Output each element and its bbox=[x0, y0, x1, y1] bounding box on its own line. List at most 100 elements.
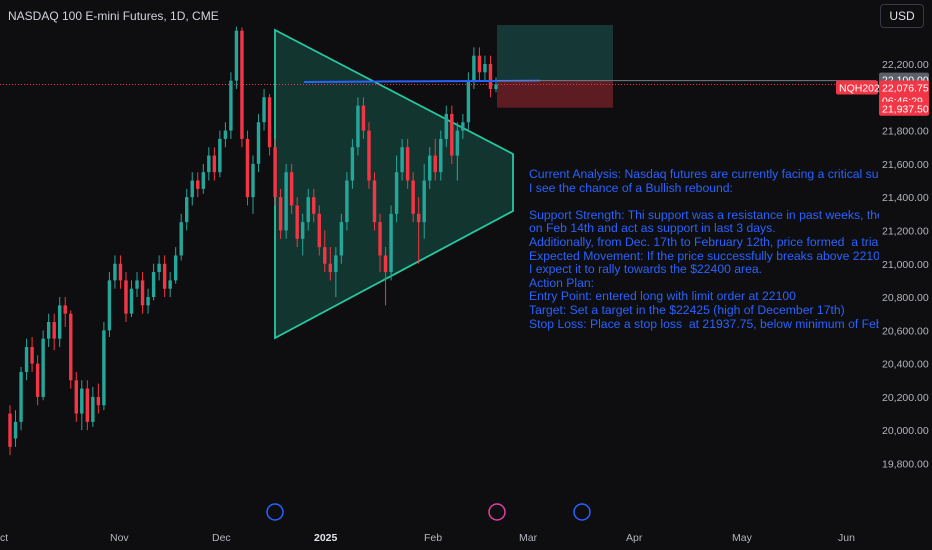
candle-body bbox=[444, 113, 449, 139]
candle-body bbox=[428, 155, 432, 181]
candle-body bbox=[439, 138, 443, 173]
candle-body bbox=[129, 288, 134, 314]
candle-body bbox=[41, 338, 45, 397]
candle-body bbox=[461, 122, 465, 131]
candle-body bbox=[19, 371, 23, 422]
price-tick-label: 22,200.00 bbox=[882, 59, 929, 71]
event-marker-icon bbox=[488, 503, 506, 521]
last-price-tag: 22,076.75 bbox=[882, 83, 929, 95]
price-tick-label: 21,800.00 bbox=[882, 126, 929, 138]
price-tick-label: 19,800.00 bbox=[882, 459, 929, 471]
candle-body bbox=[466, 80, 471, 123]
candle-body bbox=[345, 180, 349, 223]
triangle-shape bbox=[274, 28, 514, 340]
candle-body bbox=[52, 322, 56, 339]
price-tick-label: 21,000.00 bbox=[882, 259, 929, 271]
candle-body bbox=[107, 280, 112, 331]
candle-body bbox=[400, 147, 404, 173]
note-line: Support Strength: Thi support was a resi… bbox=[529, 207, 879, 222]
candle-body bbox=[102, 330, 106, 406]
candle-body bbox=[455, 130, 460, 156]
candle-body bbox=[63, 305, 67, 314]
candle-body bbox=[317, 213, 321, 248]
candle-body bbox=[278, 197, 283, 231]
price-axis: 22,200.00 21,800.00 21,600.00 21,400.00 21,2… bbox=[882, 59, 929, 471]
candle-body bbox=[91, 396, 95, 422]
symbol-tag: NQH2025 bbox=[839, 83, 886, 95]
note-line: on Feb 14th and act as support in last 3… bbox=[529, 221, 776, 236]
event-markers[interactable] bbox=[266, 503, 591, 521]
candle-body bbox=[372, 180, 377, 223]
candle-body bbox=[488, 64, 493, 89]
candle-body bbox=[196, 180, 200, 189]
candle-body bbox=[80, 388, 84, 414]
candle-body bbox=[411, 180, 415, 214]
time-tick-label: May bbox=[732, 532, 753, 544]
candle-body bbox=[185, 197, 189, 223]
candle-body bbox=[179, 222, 183, 256]
candle-body bbox=[483, 64, 487, 73]
time-tick-label: Apr bbox=[626, 532, 643, 544]
candle-body bbox=[13, 421, 18, 439]
price-tick-label: 20,200.00 bbox=[882, 392, 929, 404]
note-line: I expect it to rally towards the $22400 … bbox=[529, 262, 763, 277]
candle-body bbox=[295, 205, 299, 239]
candle-body bbox=[339, 222, 344, 256]
time-tick-label: Dec bbox=[212, 532, 231, 544]
candle-body bbox=[74, 380, 78, 414]
price-tags: 22,100.00NQH202522,076.7506:46:2921,937.… bbox=[836, 72, 929, 116]
time-tick-label: Jun bbox=[838, 532, 855, 544]
triangle-pattern bbox=[274, 28, 514, 340]
note-line: Additionally, from Dec. 17th to February… bbox=[529, 234, 879, 249]
candle-body bbox=[256, 122, 261, 164]
candle-body bbox=[284, 172, 288, 231]
candle-body bbox=[416, 213, 421, 223]
candle-body bbox=[135, 280, 139, 289]
candle-body bbox=[494, 84, 498, 89]
candle-body bbox=[367, 130, 371, 181]
currency-button[interactable]: USD bbox=[880, 4, 924, 28]
candle-body bbox=[273, 147, 277, 198]
candle-body bbox=[394, 172, 399, 214]
time-tick-label: 2025 bbox=[314, 532, 338, 544]
candle-body bbox=[389, 213, 393, 273]
candle-body bbox=[405, 147, 410, 181]
price-tick-label: 20,600.00 bbox=[882, 325, 929, 337]
candle-body bbox=[218, 138, 222, 173]
candle-body bbox=[378, 222, 382, 256]
price-tick-label: 21,600.00 bbox=[882, 159, 929, 171]
candle-body bbox=[113, 263, 117, 281]
candle-body bbox=[289, 172, 294, 206]
candle-body bbox=[323, 247, 327, 264]
candle-body bbox=[173, 255, 178, 281]
target-zone bbox=[497, 25, 613, 81]
candle-body bbox=[57, 305, 62, 339]
candle-body bbox=[229, 80, 233, 131]
candle-body bbox=[472, 55, 476, 81]
candle-body bbox=[223, 130, 228, 139]
chart-title: NASDAQ 100 E-mini Futures, 1D, CME bbox=[8, 9, 219, 23]
candle-body bbox=[312, 197, 316, 214]
candle-body bbox=[251, 163, 255, 198]
candle-body bbox=[212, 155, 217, 173]
stop-price-tag: 21,937.50 bbox=[882, 104, 929, 116]
event-marker-icon bbox=[266, 503, 284, 521]
candle-body bbox=[146, 297, 150, 306]
candle-body bbox=[306, 197, 310, 223]
note-line: I see the chance of a Bullish rebound: bbox=[529, 180, 733, 195]
candle-body bbox=[168, 280, 172, 289]
time-tick-label: Mar bbox=[519, 532, 538, 544]
candle-body bbox=[96, 396, 101, 406]
candle-body bbox=[201, 172, 206, 189]
event-marker-icon bbox=[573, 503, 591, 521]
price-tick-label: 21,400.00 bbox=[882, 192, 929, 204]
price-tick-label: 20,000.00 bbox=[882, 425, 929, 437]
note-line: Current Analysis: Nasdaq futures are cur… bbox=[529, 168, 879, 181]
candle-body bbox=[350, 147, 355, 181]
candle-body bbox=[162, 263, 167, 289]
price-tick-label: 20,400.00 bbox=[882, 359, 929, 371]
candle-body bbox=[300, 222, 305, 239]
candle-body bbox=[433, 155, 437, 173]
candle-body bbox=[157, 263, 161, 273]
note-line: Action Plan: bbox=[529, 275, 595, 290]
